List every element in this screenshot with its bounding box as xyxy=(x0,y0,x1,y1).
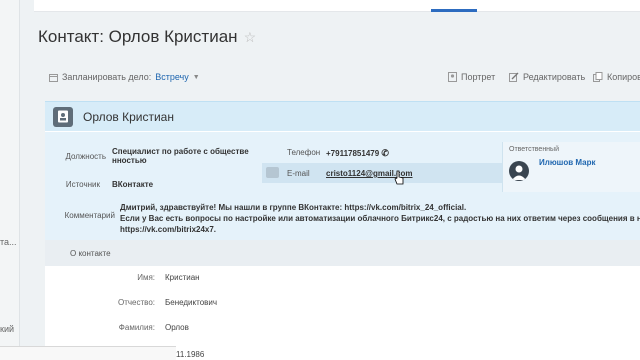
source-label: Источник xyxy=(65,180,100,189)
copy-label: Копиров xyxy=(607,72,640,82)
phone-label: Телефон xyxy=(287,148,321,157)
plan-label: Запланировать дело: xyxy=(62,72,152,82)
plan-value-dropdown[interactable]: Встречу xyxy=(155,72,189,82)
comment-label: Комментарий xyxy=(64,211,115,220)
source-value: ВКонтакте xyxy=(112,180,154,189)
card-header: Орлов Кристиан xyxy=(45,101,640,131)
contact-name-heading: Орлов Кристиан xyxy=(83,109,174,124)
position-label: Должность xyxy=(65,152,107,161)
star-icon[interactable]: ☆ xyxy=(244,29,257,46)
copy-icon xyxy=(593,72,603,82)
responsible-block: Ответственный Илюшов Марк xyxy=(502,142,640,192)
birth-date-value: 11.1986 xyxy=(176,350,205,359)
contact-info-block: Должность Специалист по работе с обществ… xyxy=(45,132,640,240)
portrait-icon xyxy=(448,72,457,82)
calendar-icon xyxy=(49,73,58,82)
active-tab-indicator xyxy=(431,9,477,12)
last-name-label: Фамилия: xyxy=(118,323,155,332)
about-section-header[interactable]: О контакте xyxy=(45,240,640,266)
toolbar: Запланировать дело: Встречу ▼ Портрет Ре… xyxy=(45,68,640,90)
drag-handle-icon[interactable] xyxy=(266,167,279,178)
middle-name-value: Бенедиктович xyxy=(165,298,218,307)
phone-value[interactable]: +79117851479 ✆ xyxy=(326,148,389,159)
contact-card: Орлов Кристиан Должность Специалист по р… xyxy=(45,101,640,360)
last-name-value: Орлов xyxy=(165,323,189,332)
chevron-down-icon[interactable]: ▼ xyxy=(193,74,200,81)
middle-name-label: Отчество: xyxy=(118,298,155,307)
status-strip xyxy=(0,346,176,360)
left-sidebar-text: кий xyxy=(0,324,14,334)
mouse-cursor-icon xyxy=(394,170,404,185)
avatar[interactable] xyxy=(509,161,529,181)
email-label: E-mail xyxy=(287,169,310,178)
email-row: E-mail cristo1124@gmail.com xyxy=(262,163,512,183)
edit-button[interactable]: Редактировать xyxy=(509,72,585,82)
portrait-button[interactable]: Портрет xyxy=(448,72,495,82)
responsible-name-link[interactable]: Илюшов Марк xyxy=(539,158,595,167)
phone-call-icon[interactable]: ✆ xyxy=(381,148,389,158)
page-title-text: Контакт: Орлов Кристиан xyxy=(38,27,238,46)
first-name-label: Имя: xyxy=(137,273,155,282)
copy-button[interactable]: Копиров xyxy=(593,72,640,82)
first-name-value: Кристиан xyxy=(165,273,200,282)
plan-activity[interactable]: Запланировать дело: Встречу ▼ xyxy=(49,72,200,82)
edit-icon xyxy=(509,72,519,82)
page-title: Контакт: Орлов Кристиан ☆ xyxy=(38,27,256,47)
contact-book-icon xyxy=(53,106,73,127)
portrait-label: Портрет xyxy=(461,72,496,82)
responsible-label: Ответственный xyxy=(509,146,559,153)
left-sidebar-text: та... xyxy=(0,237,17,247)
top-navigation xyxy=(34,0,640,12)
comment-text: Дмитрий, здравствуйте! Мы нашли в группе… xyxy=(120,203,640,234)
edit-label: Редактировать xyxy=(523,72,586,82)
position-value: Специалист по работе с обществе нностью xyxy=(112,147,249,165)
left-sidebar-edge xyxy=(0,0,20,360)
